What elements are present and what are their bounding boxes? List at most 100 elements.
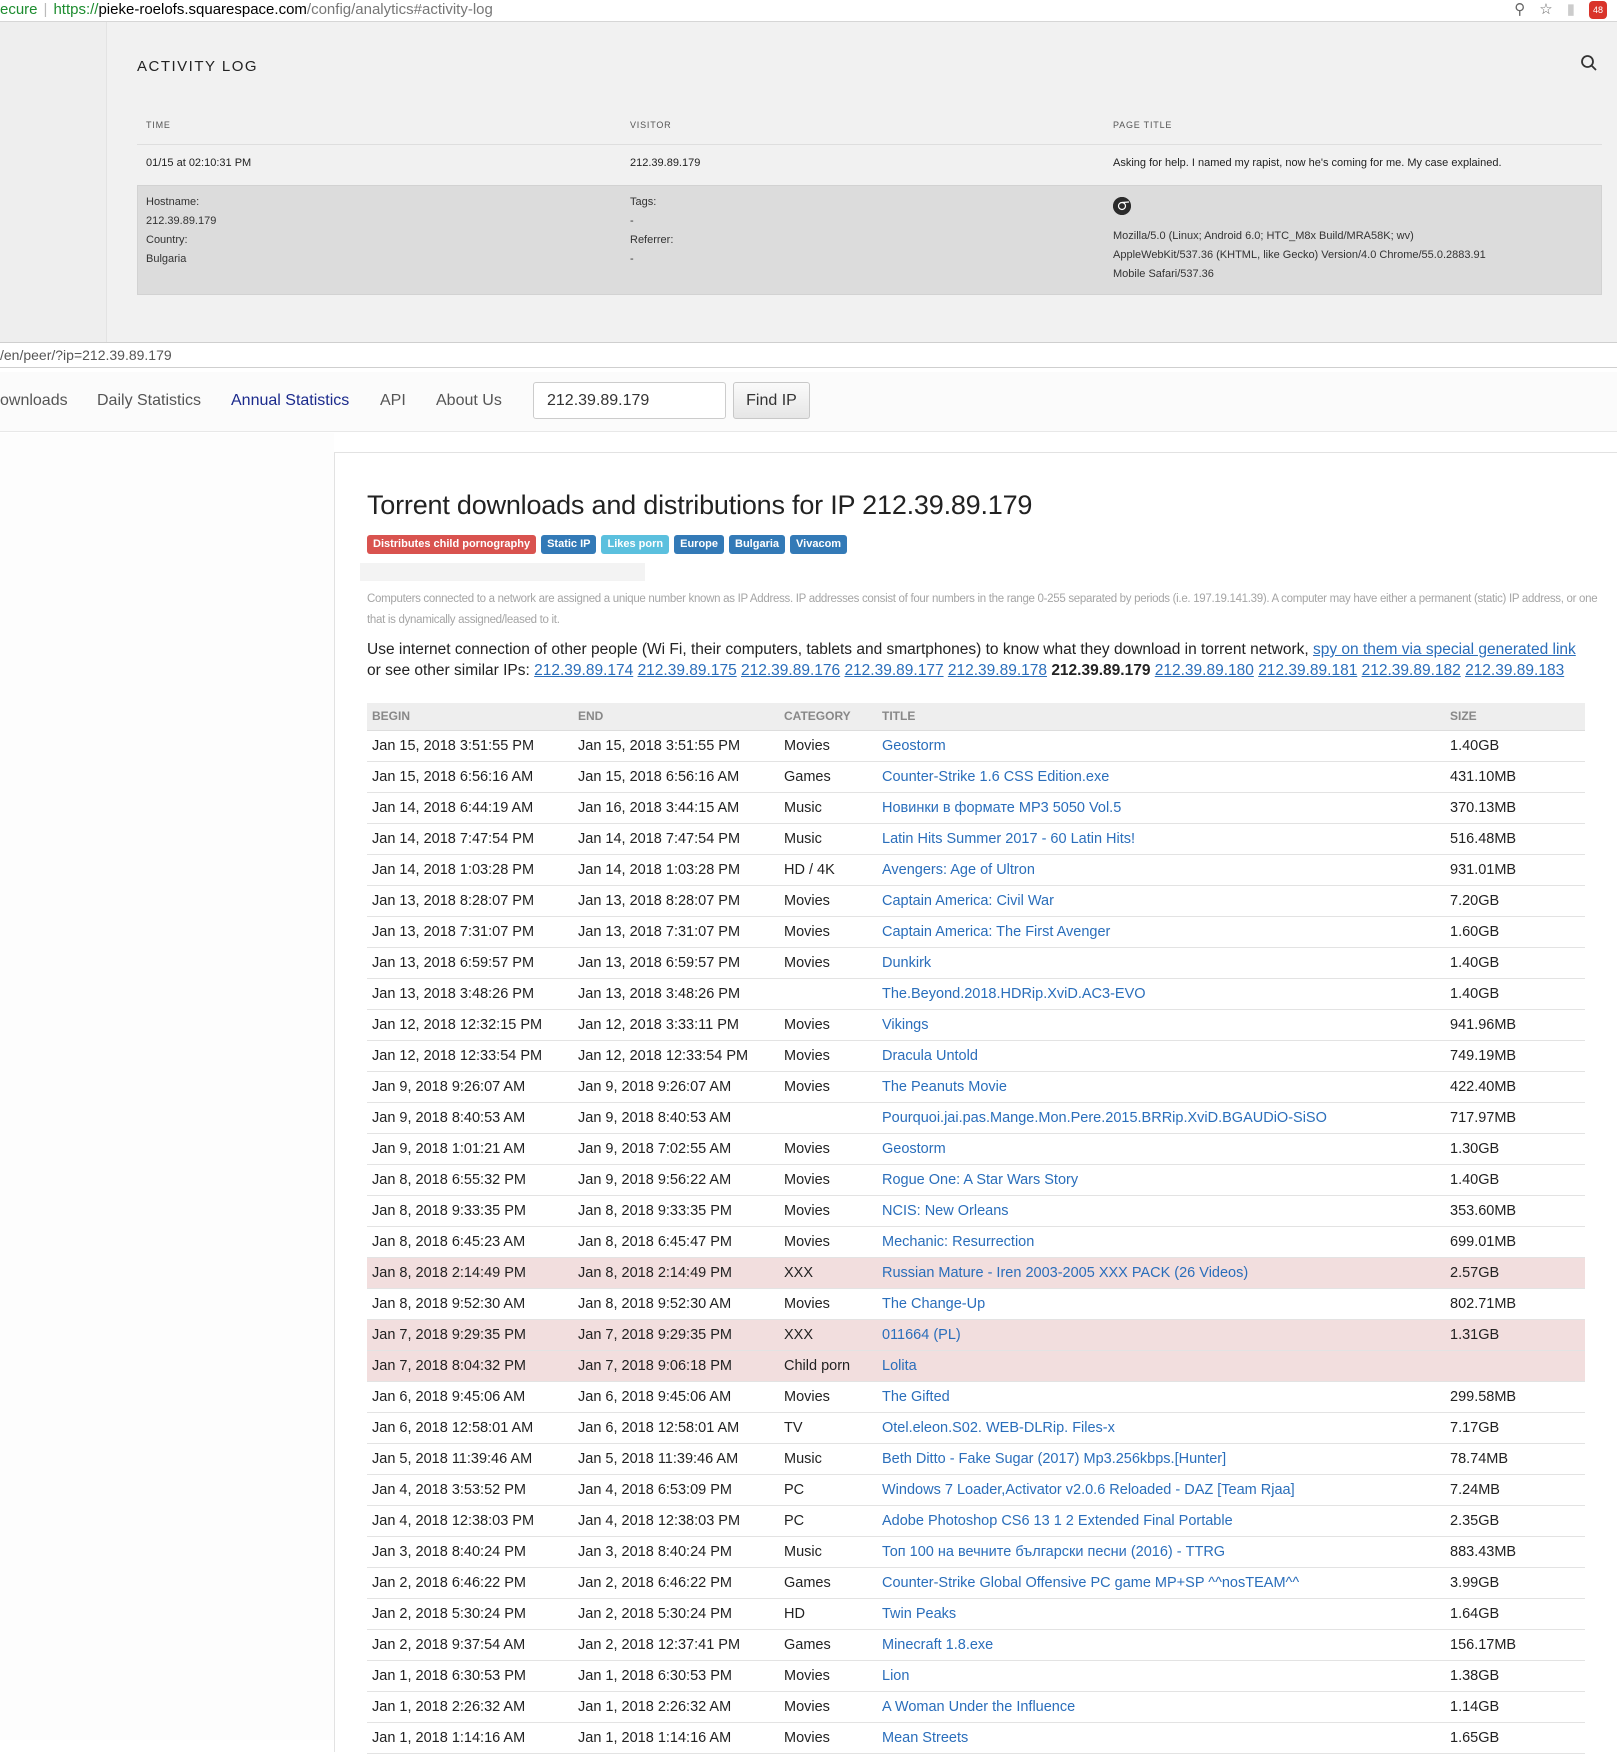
cell-category: Music: [779, 823, 877, 855]
similar-ip-link[interactable]: 212.39.89.181: [1258, 662, 1357, 679]
cell-title-link[interactable]: Dracula Untold: [877, 1040, 1445, 1072]
cell-title-link[interactable]: Adobe Photoshop CS6 13 1 2 Extended Fina…: [877, 1505, 1445, 1537]
find-ip-button[interactable]: Find IP: [733, 382, 810, 419]
similar-ip-link[interactable]: 212.39.89.175: [638, 662, 737, 679]
cell-title-link[interactable]: Geostorm: [877, 1133, 1445, 1165]
cell-size: 883.43MB: [1445, 1536, 1585, 1568]
cell-end: Jan 13, 2018 6:59:57 PM: [573, 947, 779, 979]
page-title: Torrent downloads and distributions for …: [367, 490, 1033, 520]
cell-title-link[interactable]: Rogue One: A Star Wars Story: [877, 1164, 1445, 1196]
cell-title-link[interactable]: Топ 100 на вечните български песни (2016…: [877, 1536, 1445, 1568]
table-row: Jan 7, 2018 9:29:35 PM Jan 7, 2018 9:29:3…: [367, 1319, 1585, 1351]
cell-title-link[interactable]: Lion: [877, 1660, 1445, 1692]
similar-ip-link[interactable]: 212.39.89.180: [1155, 662, 1254, 679]
cell-title-link[interactable]: Geostorm: [877, 730, 1445, 762]
cell-begin: Jan 8, 2018 6:45:23 AM: [367, 1226, 573, 1258]
cell-title-link[interactable]: Vikings: [877, 1009, 1445, 1041]
badge-likes-porn: Likes porn: [601, 535, 670, 554]
similar-ip-link[interactable]: 212.39.89.176: [741, 662, 840, 679]
cell-title-link[interactable]: Twin Peaks: [877, 1598, 1445, 1630]
cell-title-link[interactable]: Counter-Strike Global Offensive PC game …: [877, 1567, 1445, 1599]
cell-title-link[interactable]: Dunkirk: [877, 947, 1445, 979]
cell-title-link[interactable]: Captain America: The First Avenger: [877, 916, 1445, 948]
col-header-visitor: VISITOR: [630, 120, 672, 130]
cell-category: Movies: [779, 885, 877, 917]
cell-size: 1.65GB: [1445, 1722, 1585, 1754]
cell-title-link[interactable]: Новинки в формате MP3 5050 Vol.5: [877, 792, 1445, 824]
cell-title-link[interactable]: Counter-Strike 1.6 CSS Edition.exe: [877, 761, 1445, 793]
similar-ip-link[interactable]: 212.39.89.183: [1465, 662, 1564, 679]
similar-ip-link[interactable]: 212.39.89.178: [948, 662, 1047, 679]
cell-category: Movies: [779, 1195, 877, 1227]
cell-begin: Jan 13, 2018 6:59:57 PM: [367, 947, 573, 979]
log-visitor[interactable]: 212.39.89.179: [630, 157, 700, 169]
cell-title-link[interactable]: Minecraft 1.8.exe: [877, 1629, 1445, 1661]
table-row: Jan 4, 2018 12:38:03 PM Jan 4, 2018 12:38…: [367, 1505, 1585, 1537]
nav-downloads[interactable]: ownloads: [0, 392, 68, 410]
zoom-icon[interactable]: ⚲: [1514, 0, 1525, 20]
star-icon[interactable]: ☆: [1539, 0, 1552, 20]
cell-title-link[interactable]: Captain America: Civil War: [877, 885, 1445, 917]
table-row: Jan 6, 2018 12:58:01 AM Jan 6, 2018 12:58…: [367, 1412, 1585, 1444]
cell-category: TV: [779, 1412, 877, 1444]
cell-title-link[interactable]: Lolita: [877, 1350, 1445, 1382]
nav-annual-statistics[interactable]: Annual Statistics: [231, 392, 349, 410]
cell-end: Jan 2, 2018 6:46:22 PM: [573, 1567, 779, 1599]
cell-end: Jan 8, 2018 9:52:30 AM: [573, 1288, 779, 1320]
table-row: Jan 8, 2018 6:45:23 AM Jan 8, 2018 6:45:4…: [367, 1226, 1585, 1258]
second-url-bar[interactable]: /en/peer/?ip=212.39.89.179: [0, 342, 1617, 368]
table-row: Jan 13, 2018 3:48:26 PM Jan 13, 2018 3:48…: [367, 978, 1585, 1010]
cell-begin: Jan 9, 2018 9:26:07 AM: [367, 1071, 573, 1103]
cell-title-link[interactable]: Mean Streets: [877, 1722, 1445, 1754]
cell-end: Jan 2, 2018 5:30:24 PM: [573, 1598, 779, 1630]
cell-title-link[interactable]: Windows 7 Loader,Activator v2.0.6 Reload…: [877, 1474, 1445, 1506]
cell-begin: Jan 1, 2018 2:26:32 AM: [367, 1691, 573, 1723]
cell-size: 1.40GB: [1445, 947, 1585, 979]
extension-icon[interactable]: ▮: [1567, 0, 1575, 20]
cell-category: XXX: [779, 1319, 877, 1351]
cell-title-link[interactable]: Mechanic: Resurrection: [877, 1226, 1445, 1258]
table-row: Jan 13, 2018 6:59:57 PM Jan 13, 2018 6:59…: [367, 947, 1585, 979]
cell-title-link[interactable]: Avengers: Age of Ultron: [877, 854, 1445, 886]
similar-ip-link[interactable]: 212.39.89.182: [1362, 662, 1461, 679]
cell-end: Jan 13, 2018 3:48:26 PM: [573, 978, 779, 1010]
log-page-title[interactable]: Asking for help. I named my rapist, now …: [1113, 157, 1502, 169]
cell-category: PC: [779, 1474, 877, 1506]
table-row: Jan 2, 2018 6:46:22 PM Jan 2, 2018 6:46:2…: [367, 1567, 1585, 1599]
log-time[interactable]: 01/15 at 02:10:31 PM: [146, 157, 251, 169]
cell-end: Jan 12, 2018 12:33:54 PM: [573, 1040, 779, 1072]
cell-title-link[interactable]: Otel.eleon.S02. WEB-DLRip. Files-x: [877, 1412, 1445, 1444]
spy-link[interactable]: spy on them via special generated link: [1313, 641, 1576, 658]
cell-title-link[interactable]: Latin Hits Summer 2017 - 60 Latin Hits!: [877, 823, 1445, 855]
th-end: END: [573, 703, 779, 731]
ip-search-input[interactable]: [533, 382, 726, 419]
cell-title-link[interactable]: The Change-Up: [877, 1288, 1445, 1320]
cell-end: Jan 1, 2018 2:26:32 AM: [573, 1691, 779, 1723]
nav-daily-statistics[interactable]: Daily Statistics: [97, 392, 201, 410]
cell-title-link[interactable]: Beth Ditto - Fake Sugar (2017) Mp3.256kb…: [877, 1443, 1445, 1475]
nav-about-us[interactable]: About Us: [436, 392, 502, 410]
hostname-block: Hostname: 212.39.89.179 Country: Bulgari…: [146, 193, 216, 269]
cell-size: 1.40GB: [1445, 1164, 1585, 1196]
cell-title-link[interactable]: The Gifted: [877, 1381, 1445, 1413]
cell-title-link[interactable]: The Peanuts Movie: [877, 1071, 1445, 1103]
cell-category: Movies: [779, 1226, 877, 1258]
cell-title-link[interactable]: A Woman Under the Influence: [877, 1691, 1445, 1723]
similar-ip-link[interactable]: 212.39.89.177: [844, 662, 943, 679]
col-header-time: TIME: [146, 120, 171, 130]
cell-title-link[interactable]: Russian Mature - Iren 2003-2005 XXX PACK…: [877, 1257, 1445, 1289]
cell-end: Jan 8, 2018 2:14:49 PM: [573, 1257, 779, 1289]
search-icon[interactable]: [1580, 54, 1598, 72]
cell-title-link[interactable]: Pourquoi.jai.pas.Mange.Mon.Pere.2015.BRR…: [877, 1102, 1445, 1134]
browser-url-bar[interactable]: ecure | https://pieke-roelofs.squarespace.…: [0, 0, 1617, 22]
extension-badge-icon[interactable]: 48: [1589, 1, 1607, 19]
cell-size: 7.24MB: [1445, 1474, 1585, 1506]
squarespace-left-column: [0, 22, 107, 342]
cell-title-link[interactable]: NCIS: New Orleans: [877, 1195, 1445, 1227]
similar-ip-link[interactable]: 212.39.89.174: [534, 662, 633, 679]
cell-title-link[interactable]: 011664 (PL): [877, 1319, 1445, 1351]
header-divider: [137, 144, 1602, 145]
cell-end: Jan 9, 2018 9:26:07 AM: [573, 1071, 779, 1103]
nav-api[interactable]: API: [380, 392, 406, 410]
cell-title-link[interactable]: The.Beyond.2018.HDRip.XviD.AC3-EVO: [877, 978, 1445, 1010]
